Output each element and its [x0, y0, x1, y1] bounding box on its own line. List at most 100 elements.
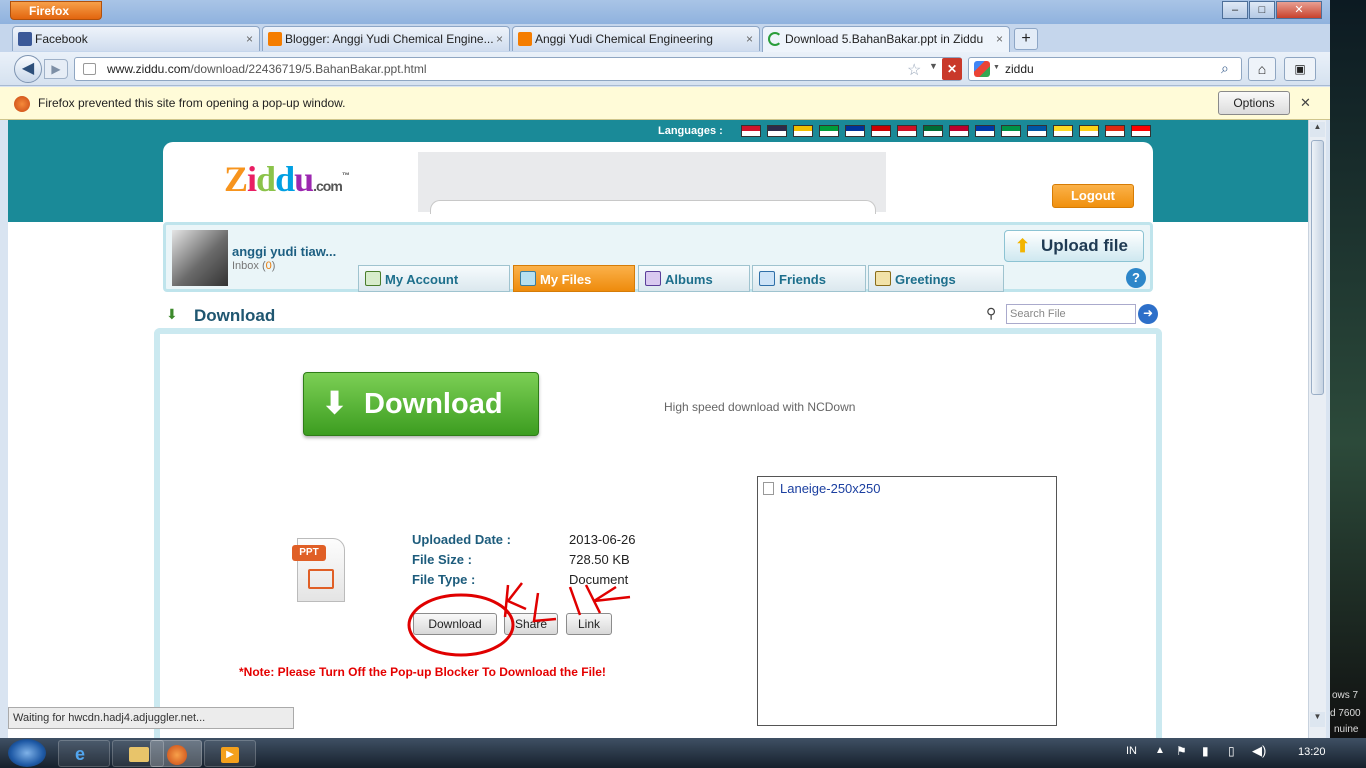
language-flag-6[interactable]: [871, 125, 891, 137]
tab-my-files[interactable]: My Files: [513, 265, 635, 292]
addon-icon[interactable]: ▣: [1284, 57, 1316, 81]
tab-label: Download 5.BahanBakar.ppt in Ziddu: [785, 32, 984, 46]
folder-icon: [129, 747, 149, 762]
language-flag-14[interactable]: [1079, 125, 1099, 137]
firefox-menu-button[interactable]: Firefox: [10, 1, 102, 20]
language-flag-2[interactable]: [767, 125, 787, 137]
close-bar-icon[interactable]: ✕: [1300, 95, 1311, 111]
tab-greetings[interactable]: Greetings: [868, 265, 1004, 292]
language-indicator[interactable]: IN: [1126, 745, 1137, 757]
tab-label: Blogger: Anggi Yudi Chemical Engine...: [285, 32, 494, 46]
tab-blogger[interactable]: Blogger: Anggi Yudi Chemical Engine... ×: [262, 26, 510, 51]
minimize-button[interactable]: –: [1222, 1, 1248, 19]
blogger-icon: [518, 32, 532, 46]
language-flag-1[interactable]: [741, 125, 761, 137]
file-size-label: File Size :: [412, 552, 472, 567]
language-flag-8[interactable]: [923, 125, 943, 137]
firefox-icon: [167, 745, 187, 765]
scroll-down-icon[interactable]: ▼: [1310, 712, 1325, 727]
windows-watermark-line3: nuine: [1334, 724, 1359, 735]
ad-label[interactable]: Laneige-250x250: [780, 481, 880, 496]
volume-icon[interactable]: ◀): [1252, 743, 1266, 759]
search-file-input[interactable]: Search File: [1006, 304, 1136, 324]
tab-facebook[interactable]: Facebook ×: [12, 26, 260, 51]
home-icon[interactable]: ⌂: [1248, 57, 1276, 81]
language-flag-16[interactable]: [1131, 125, 1151, 137]
options-button[interactable]: Options: [1218, 91, 1290, 115]
user-name[interactable]: anggi yudi tiaw...: [232, 244, 336, 259]
language-flag-5[interactable]: [845, 125, 865, 137]
new-tab-button[interactable]: +: [1014, 28, 1038, 50]
clock[interactable]: 13:20: [1298, 746, 1326, 758]
close-tab-icon[interactable]: ×: [246, 32, 253, 46]
language-flag-11[interactable]: [1001, 125, 1021, 137]
google-icon[interactable]: [974, 61, 990, 77]
language-flag-3[interactable]: [793, 125, 813, 137]
stop-icon[interactable]: ✕: [942, 58, 962, 80]
ppt-file-icon: PPT: [292, 538, 345, 602]
action-center-icon[interactable]: ⚑: [1176, 744, 1187, 758]
big-download-button[interactable]: ⬇ Download: [303, 372, 539, 436]
inbox-link[interactable]: Inbox (0): [232, 260, 275, 272]
tab-friends[interactable]: Friends: [752, 265, 866, 292]
annotation-letter-k2: [584, 584, 631, 614]
language-flag-10[interactable]: [975, 125, 995, 137]
close-tab-icon[interactable]: ×: [996, 32, 1003, 46]
language-flag-7[interactable]: [897, 125, 917, 137]
navigation-bar: ◀ ▶ www.ziddu.com/download/22436719/5.Ba…: [0, 52, 1330, 86]
network-icon[interactable]: ▮: [1202, 744, 1209, 758]
close-button[interactable]: ✕: [1276, 1, 1322, 19]
popup-note: *Note: Please Turn Off the Pop-up Blocke…: [239, 665, 606, 679]
ncdown-text[interactable]: High speed download with NCDown: [664, 400, 855, 414]
search-bar[interactable]: ▼ ziddu ⌕: [968, 57, 1242, 81]
language-flag-9[interactable]: [949, 125, 969, 137]
account-icon: [365, 271, 381, 286]
ziddu-logo[interactable]: Ziddu.com™: [224, 158, 350, 200]
language-flag-15[interactable]: [1105, 125, 1125, 137]
language-flag-12[interactable]: [1027, 125, 1047, 137]
files-icon: [520, 271, 536, 286]
popup-blocked-icon: [14, 96, 30, 112]
bookmark-star-icon[interactable]: ☆: [907, 60, 921, 80]
tab-ziddu-download[interactable]: Download 5.BahanBakar.ppt in Ziddu ×: [762, 26, 1010, 52]
tab-my-account[interactable]: My Account: [358, 265, 510, 292]
language-flag-4[interactable]: [819, 125, 839, 137]
search-icon[interactable]: ⌕: [1221, 60, 1229, 77]
dropdown-arrow-icon[interactable]: ▼: [993, 64, 1000, 71]
help-icon[interactable]: ?: [1126, 268, 1146, 288]
albums-icon: [645, 271, 661, 286]
search-go-icon[interactable]: ➜: [1138, 304, 1158, 324]
taskbar-ie[interactable]: e: [58, 740, 110, 767]
close-tab-icon[interactable]: ×: [496, 32, 503, 46]
close-tab-icon[interactable]: ×: [746, 32, 753, 46]
scrollbar[interactable]: ▲ ▼: [1308, 120, 1326, 738]
taskbar-media[interactable]: ▶: [204, 740, 256, 767]
languages-label: Languages :: [658, 125, 723, 137]
search-magnifier-icon: ⚲: [986, 305, 997, 321]
taskbar-firefox[interactable]: [150, 740, 202, 767]
status-bar: Waiting for hwcdn.hadj4.adjuggler.net...: [8, 707, 294, 729]
forward-button[interactable]: ▶: [44, 59, 68, 79]
scroll-thumb[interactable]: [1311, 140, 1324, 395]
ad-box[interactable]: Laneige-250x250: [757, 476, 1057, 726]
broken-image-icon: [763, 482, 774, 495]
battery-icon[interactable]: ▯: [1228, 744, 1235, 758]
show-hidden-icons[interactable]: ▲: [1155, 745, 1165, 756]
language-flag-13[interactable]: [1053, 125, 1073, 137]
upload-file-button[interactable]: ⬆ Upload file: [1004, 230, 1144, 262]
popup-message: Firefox prevented this site from opening…: [38, 96, 346, 110]
greetings-icon: [875, 271, 891, 286]
dropdown-arrow-icon[interactable]: ▼: [929, 61, 938, 71]
tab-albums[interactable]: Albums: [638, 265, 750, 292]
scroll-up-icon[interactable]: ▲: [1310, 122, 1325, 137]
avatar[interactable]: [172, 230, 228, 286]
url-bar[interactable]: www.ziddu.com/download/22436719/5.BahanB…: [74, 57, 962, 81]
windows-watermark-line1: ows 7: [1332, 690, 1359, 701]
download-section-icon: ⬇: [166, 306, 178, 322]
back-button[interactable]: ◀: [14, 55, 42, 83]
maximize-button[interactable]: □: [1249, 1, 1275, 19]
media-player-icon: ▶: [221, 747, 239, 763]
start-button[interactable]: [8, 739, 46, 767]
tab-blog[interactable]: Anggi Yudi Chemical Engineering ×: [512, 26, 760, 51]
logout-button[interactable]: Logout: [1052, 184, 1134, 208]
